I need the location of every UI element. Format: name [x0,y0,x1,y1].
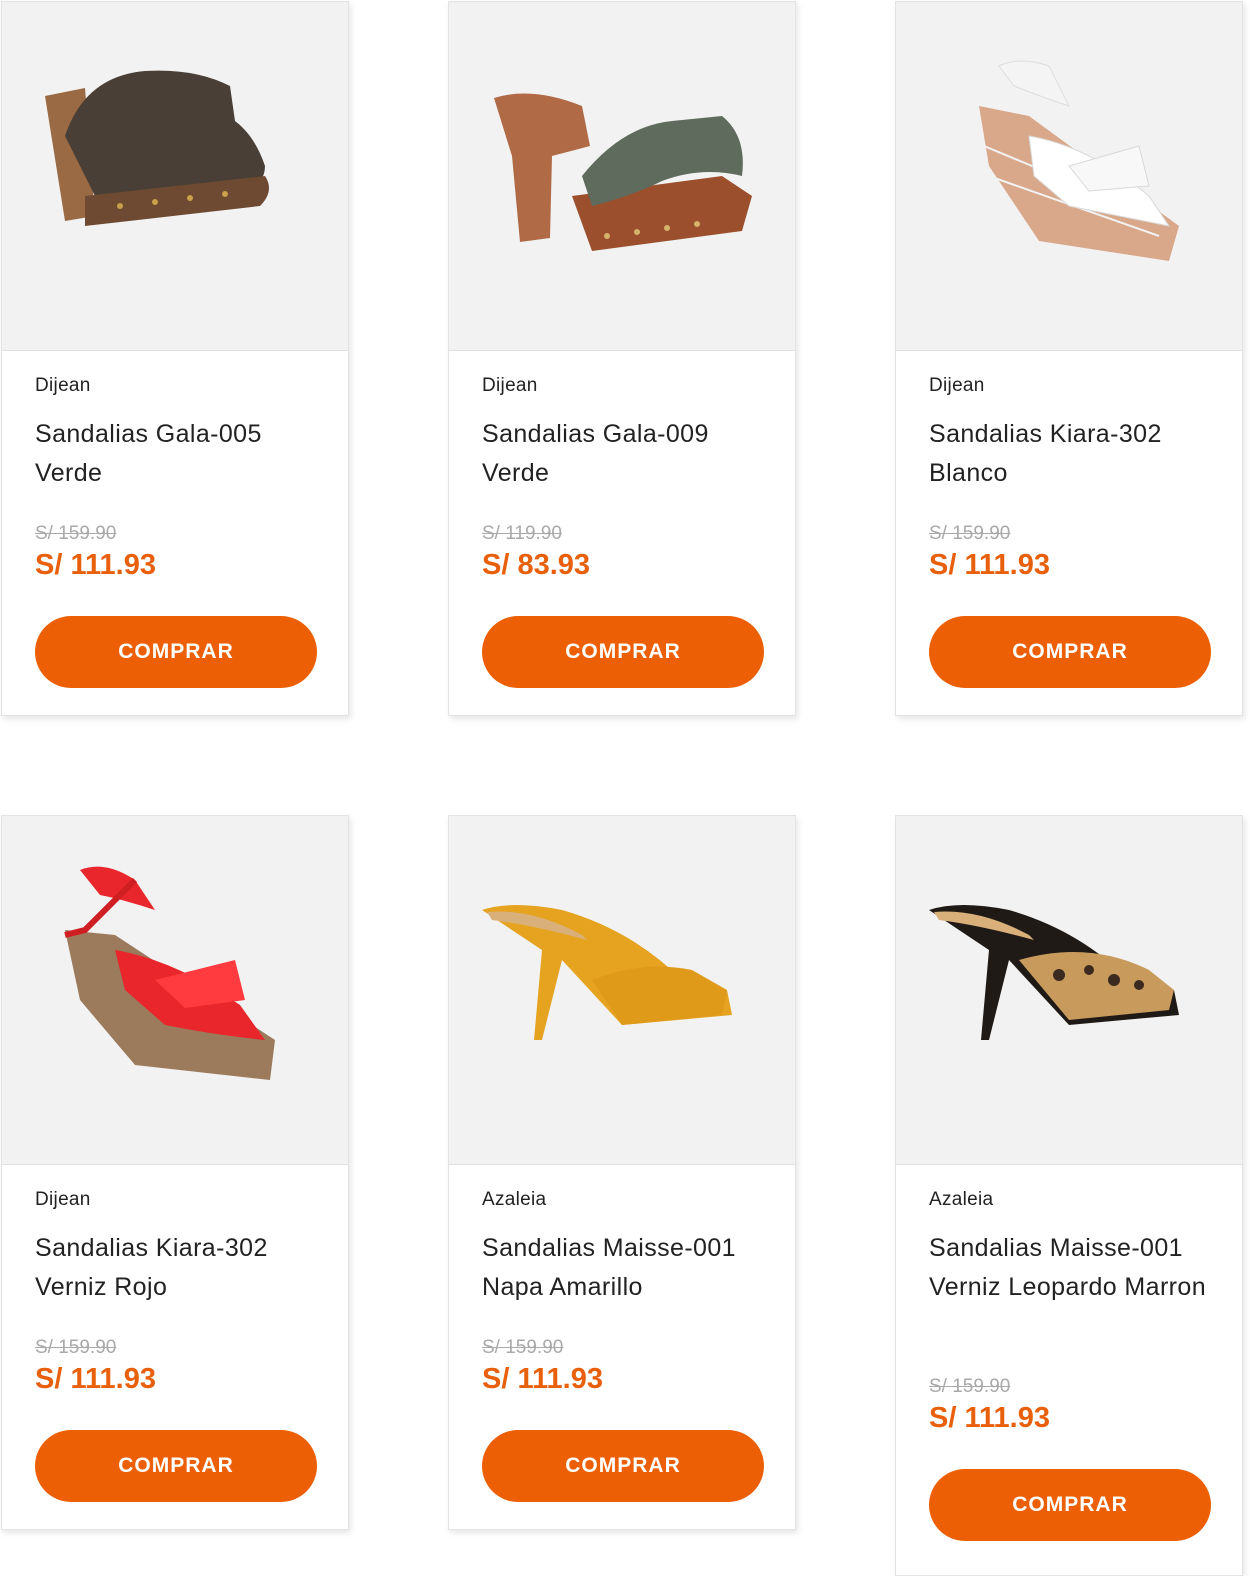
buy-button[interactable]: COMPRAR [35,1430,317,1502]
product-name[interactable]: Sandalias Gala-009 Verde [482,415,763,493]
product-brand: Dijean [482,375,538,396]
sale-price: S/ 111.93 [482,1363,603,1395]
product-card[interactable]: Dijean Sandalias Kiara-302 Verniz Rojo S… [1,815,349,1530]
sale-price: S/ 111.93 [929,1402,1050,1434]
product-image[interactable] [2,2,348,351]
product-card[interactable]: Dijean Sandalias Gala-009 Verde S/ 119.9… [448,1,796,716]
product-name[interactable]: Sandalias Maisse-001 Napa Amarillo [482,1229,763,1307]
product-brand: Dijean [929,375,985,396]
product-image[interactable] [896,2,1242,351]
product-brand: Dijean [35,1189,91,1210]
green-mule-icon [494,93,752,251]
buy-button[interactable]: COMPRAR [929,616,1211,688]
red-wedge-icon [64,866,275,1080]
product-name[interactable]: Sandalias Maisse-001 Verniz Leopardo Mar… [929,1229,1210,1346]
product-image[interactable] [449,816,795,1165]
white-wedge-icon [979,60,1179,261]
sale-price: S/ 83.93 [482,549,591,581]
product-card[interactable]: Dijean Sandalias Kiara-302 Blanco S/ 159… [895,1,1243,716]
product-card[interactable]: Azaleia Sandalias Maisse-001 Verniz Leop… [895,815,1243,1576]
product-image[interactable] [896,816,1242,1165]
product-image[interactable] [449,2,795,351]
product-card[interactable]: Azaleia Sandalias Maisse-001 Napa Amaril… [448,815,796,1530]
original-price: S/ 159.90 [929,523,1011,544]
original-price: S/ 159.90 [929,1376,1011,1397]
sale-price: S/ 111.93 [35,549,156,581]
original-price: S/ 119.90 [482,523,562,544]
yellow-heel-icon [482,905,732,1040]
product-brand: Azaleia [929,1189,994,1210]
buy-button[interactable]: COMPRAR [482,1430,764,1502]
product-image[interactable] [2,816,348,1165]
product-brand: Dijean [35,375,91,396]
product-brand: Azaleia [482,1189,547,1210]
original-price: S/ 159.90 [35,1337,117,1358]
original-price: S/ 159.90 [482,1337,564,1358]
leopard-heel-icon [929,905,1179,1040]
buy-button[interactable]: COMPRAR [35,616,317,688]
product-name[interactable]: Sandalias Kiara-302 Verniz Rojo [35,1229,316,1307]
buy-button[interactable]: COMPRAR [929,1469,1211,1541]
sale-price: S/ 111.93 [929,549,1050,581]
product-name[interactable]: Sandalias Kiara-302 Blanco [929,415,1210,493]
product-card[interactable]: Dijean Sandalias Gala-005 Verde S/ 159.9… [1,1,349,716]
buy-button[interactable]: COMPRAR [482,616,764,688]
original-price: S/ 159.90 [35,523,117,544]
sale-price: S/ 111.93 [35,1363,156,1395]
brown-clog-icon [45,70,269,226]
product-name[interactable]: Sandalias Gala-005 Verde [35,415,316,493]
